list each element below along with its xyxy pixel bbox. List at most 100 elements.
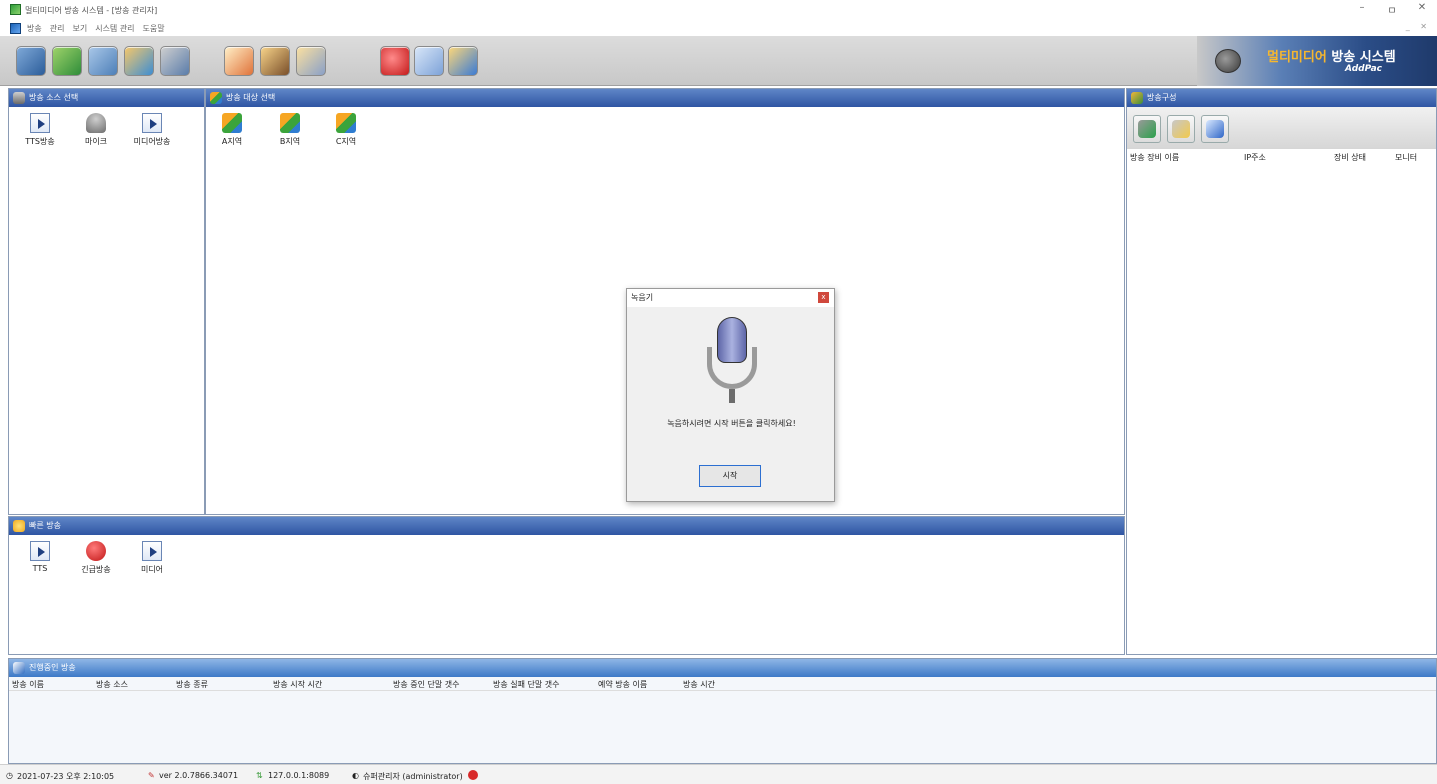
config-panel-title: 방송구성 <box>1147 93 1177 102</box>
source-item-label: TTS방송 <box>25 137 55 146</box>
toolbar-users-icon[interactable] <box>260 46 290 76</box>
target-item-label: A지역 <box>221 137 243 146</box>
menu-help[interactable]: 도움말 <box>143 23 165 34</box>
logo-text-orange: 멀티미디어 <box>1267 50 1327 65</box>
area-icon <box>222 113 242 133</box>
status-version: ver 2.0.7866.34071 <box>159 771 239 780</box>
target-item-label: C지역 <box>335 137 357 146</box>
quick-item-emergency[interactable]: 긴급방송 <box>71 541 121 575</box>
toolbar-log-icon[interactable] <box>448 46 478 76</box>
minimize-button[interactable]: – <box>1347 2 1377 17</box>
active-panel-title: 진행중인 방송 <box>29 663 76 672</box>
mdi-controls[interactable]: _ ✕ <box>1406 22 1431 31</box>
dialog-title: 녹음기 <box>627 289 834 307</box>
menubar: 방송 관리 보기 시스템 관리 도움말 _ ✕ <box>0 20 1437 36</box>
menu-broadcast[interactable]: 방송 <box>27 23 42 34</box>
microphone-icon <box>86 113 106 133</box>
toolbar-group-icon[interactable] <box>124 46 154 76</box>
toolbar-broadcast-icon[interactable] <box>16 46 46 76</box>
quick-item-label: 긴급방송 <box>81 565 111 574</box>
source-panel: 방송 소스 선택 TTS방송 마이크 미디어방송 <box>8 88 205 515</box>
maximize-button[interactable]: ㅁ <box>1377 2 1407 17</box>
toolbar-schedule-icon[interactable] <box>52 46 82 76</box>
menu-view[interactable]: 보기 <box>72 23 87 34</box>
toolbar-device-icon[interactable] <box>88 46 118 76</box>
toolbar-monitor-icon[interactable] <box>414 46 444 76</box>
pencil-icon: ✎ <box>148 771 155 780</box>
save-icon <box>1206 120 1224 138</box>
target-item-c[interactable]: C지역 <box>321 113 371 147</box>
quick-item-label: 미디어 <box>140 565 164 574</box>
microphone-icon <box>705 317 759 407</box>
source-item-tts[interactable]: TTS방송 <box>15 113 65 147</box>
toolbar-user-icon[interactable] <box>160 46 190 76</box>
dialog-close-button[interactable]: x <box>818 292 829 303</box>
status-datetime: 2021-07-23 오후 2:10:05 <box>17 772 115 781</box>
col-broadcast-name[interactable]: 방송 이름 <box>12 679 44 690</box>
area-icon <box>280 113 300 133</box>
col-active-count[interactable]: 방송 중인 단말 갯수 <box>393 679 460 690</box>
quick-item-label: TTS <box>32 564 48 573</box>
status-user: 슈퍼관리자 (administrator) <box>363 772 463 781</box>
media-file-icon <box>142 541 162 561</box>
config-small-icon <box>1131 92 1143 104</box>
source-item-label: 미디어방송 <box>133 137 171 146</box>
col-source[interactable]: 방송 소스 <box>96 679 128 690</box>
quick-item-media[interactable]: 미디어 <box>127 541 177 575</box>
menu-system[interactable]: 시스템 관리 <box>95 23 134 34</box>
window-titlebar: 멀티미디어 방송 시스템 - [방송 관리자] – ㅁ ✕ <box>0 0 1437 20</box>
mic-small-icon <box>13 92 25 104</box>
quick-item-tts[interactable]: TTS <box>15 541 65 573</box>
source-panel-title: 방송 소스 선택 <box>29 93 79 102</box>
network-icon: ⇅ <box>256 771 263 780</box>
close-button[interactable]: ✕ <box>1407 2 1437 17</box>
toolbar-emergency-icon[interactable] <box>380 46 410 76</box>
config-start-button[interactable] <box>1133 115 1161 143</box>
col-type[interactable]: 방송 종류 <box>176 679 208 690</box>
toolbar-calendar-icon[interactable] <box>224 46 254 76</box>
media-file-icon <box>142 113 162 133</box>
target-item-b[interactable]: B지역 <box>265 113 315 147</box>
app-icon <box>10 4 21 15</box>
speaker-icon <box>1215 49 1241 73</box>
config-panel: 방송구성 방송 장비 이름 IP주소 장비 상태 모니터 <box>1126 88 1437 655</box>
col-duration[interactable]: 방송 시간 <box>683 679 715 690</box>
col-reservation-name[interactable]: 예약 방송 이름 <box>598 679 647 690</box>
config-edit-button[interactable] <box>1167 115 1195 143</box>
source-item-media[interactable]: 미디어방송 <box>127 113 177 147</box>
target-item-a[interactable]: A지역 <box>207 113 257 147</box>
error-icon[interactable] <box>468 770 478 780</box>
logo-subtitle: AddPac <box>1345 64 1383 74</box>
start-record-button[interactable]: 시작 <box>699 465 761 487</box>
refresh-icon <box>13 662 25 674</box>
mdi-child-icon[interactable] <box>10 23 21 34</box>
target-item-label: B지역 <box>279 137 301 146</box>
active-panel: 진행중인 방송 방송 이름 방송 소스 방송 종류 방송 시작 시간 방송 중인… <box>8 658 1437 764</box>
window-controls: – ㅁ ✕ <box>1347 2 1437 17</box>
user-icon: ◐ <box>352 771 359 780</box>
col-status[interactable]: 장비 상태 <box>1334 152 1366 163</box>
star-icon <box>13 520 25 532</box>
tts-file-icon <box>30 541 50 561</box>
user-folder-icon <box>1172 120 1190 138</box>
area-icon <box>336 113 356 133</box>
col-ip[interactable]: IP주소 <box>1244 152 1266 163</box>
speaker-play-icon <box>1138 120 1156 138</box>
col-device-name[interactable]: 방송 장비 이름 <box>1130 152 1179 163</box>
col-failed-count[interactable]: 방송 실패 단말 갯수 <box>493 679 560 690</box>
logo-text-white: 방송 시스템 <box>1326 50 1396 65</box>
col-monitor[interactable]: 모니터 <box>1395 152 1417 163</box>
col-start-time[interactable]: 방송 시작 시간 <box>273 679 322 690</box>
status-server: 127.0.0.1:8089 <box>268 771 330 780</box>
config-save-button[interactable] <box>1201 115 1229 143</box>
source-item-mic[interactable]: 마이크 <box>71 113 121 147</box>
source-item-label: 마이크 <box>84 137 108 146</box>
window-title: 멀티미디어 방송 시스템 - [방송 관리자] <box>25 6 158 15</box>
brand-logo: 멀티미디어 방송 시스템 AddPac <box>1197 36 1437 86</box>
recorder-dialog: 녹음기 x 녹음하시려면 시작 버튼을 클릭하세요! 시작 <box>626 288 835 502</box>
clock-icon: ◷ <box>6 771 13 780</box>
active-table-header: 방송 이름 방송 소스 방송 종류 방송 시작 시간 방송 중인 단말 갯수 방… <box>9 677 1436 691</box>
menu-manage[interactable]: 관리 <box>50 23 65 34</box>
toolbar-settings-icon[interactable] <box>296 46 326 76</box>
target-panel-title: 방송 대상 선택 <box>226 93 276 102</box>
